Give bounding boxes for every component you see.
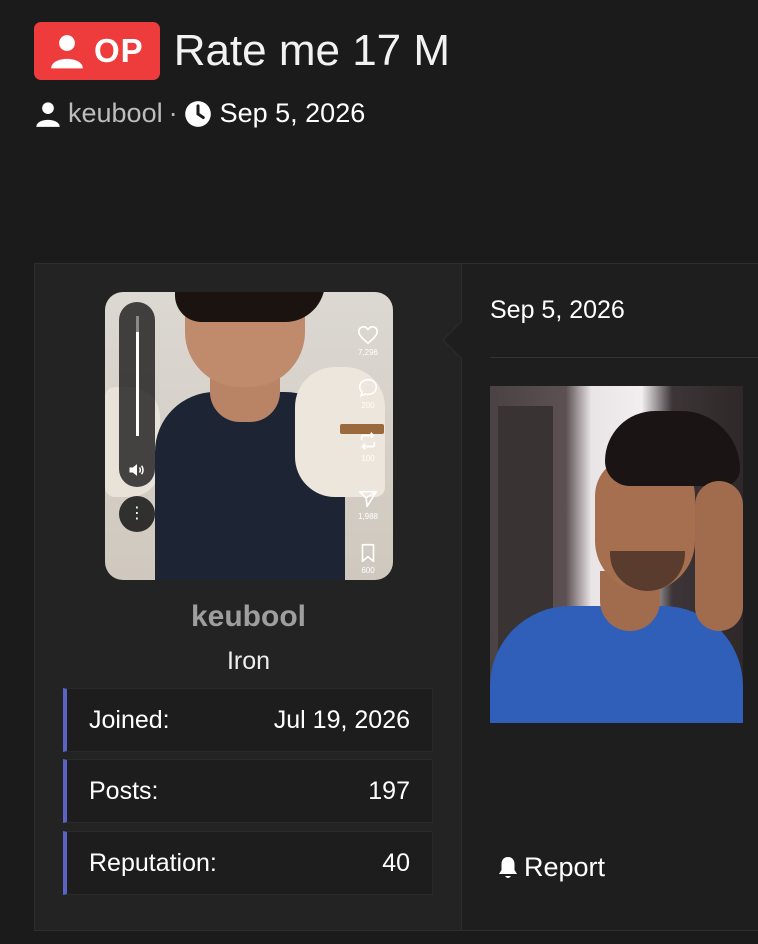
user-icon	[36, 101, 60, 127]
repost-count: 100	[361, 454, 375, 463]
user-icon	[51, 35, 83, 69]
stat-label: Posts:	[89, 776, 159, 805]
bookmark-icon	[361, 543, 375, 563]
post-date-link[interactable]: Sep 5, 2026	[490, 296, 625, 325]
stat-posts: Posts: 197	[63, 759, 433, 823]
post-content-panel: Sep 5, 2026 Report	[462, 264, 758, 930]
divider	[490, 357, 758, 358]
share-count: 1,988	[357, 512, 379, 521]
avatar-comment-action: 200	[355, 377, 381, 410]
bell-icon	[499, 856, 517, 878]
stat-value: Jul 19, 2026	[273, 705, 410, 734]
clock-icon	[184, 100, 211, 127]
comment-count: 200	[361, 401, 375, 410]
speaker-icon	[129, 464, 144, 476]
report-button[interactable]: Report	[496, 852, 605, 883]
op-badge-label: OP	[94, 32, 144, 69]
op-badge: OP	[34, 22, 160, 80]
more-options-icon: ⋮	[119, 496, 155, 532]
stat-value: 40	[382, 848, 410, 877]
repost-icon	[360, 432, 376, 450]
stat-label: Reputation:	[89, 848, 217, 877]
user-rank: Iron	[226, 647, 271, 675]
user-info-panel: ⋮ 7,296 200 100 1,988 600 keubool Iron J…	[35, 264, 462, 930]
volume-fill	[136, 332, 139, 436]
meta-separator: ·	[168, 98, 178, 128]
avatar-repost-action: 100	[355, 430, 381, 463]
avatar-like-action: 7,296	[355, 324, 381, 357]
like-count: 7,296	[357, 348, 379, 357]
avatar-save-action: 600	[355, 542, 381, 575]
image-scene	[695, 481, 743, 631]
thread-author-link[interactable]: keubool	[68, 98, 163, 129]
report-label: Report	[524, 852, 606, 882]
save-count: 600	[361, 566, 375, 575]
avatar-share-action: 1,988	[355, 488, 381, 521]
post-container: ⋮ 7,296 200 100 1,988 600 keubool Iron J…	[34, 263, 758, 931]
stat-label: Joined:	[89, 705, 170, 734]
comment-icon	[358, 378, 378, 398]
username-link[interactable]: keubool	[35, 600, 462, 634]
stat-value: 197	[368, 776, 410, 805]
thread-date-link[interactable]: Sep 5, 2026	[220, 98, 366, 129]
user-avatar[interactable]: ⋮ 7,296 200 100 1,988 600	[105, 292, 393, 580]
volume-slider	[119, 302, 155, 487]
avatar-scene	[175, 292, 325, 322]
send-icon	[358, 490, 378, 508]
title-row: OP Rate me 17 M	[34, 22, 734, 80]
stat-joined: Joined: Jul 19, 2026	[63, 688, 433, 752]
thread-title: Rate me 17 M	[173, 26, 451, 75]
thread-meta: keubool · Sep 5, 2026	[34, 98, 734, 129]
heart-icon	[358, 325, 378, 345]
post-image[interactable]	[490, 386, 743, 723]
stat-reputation: Reputation: 40	[63, 831, 433, 895]
thread-header: OP Rate me 17 M keubool · Sep 5, 2026	[34, 22, 734, 129]
